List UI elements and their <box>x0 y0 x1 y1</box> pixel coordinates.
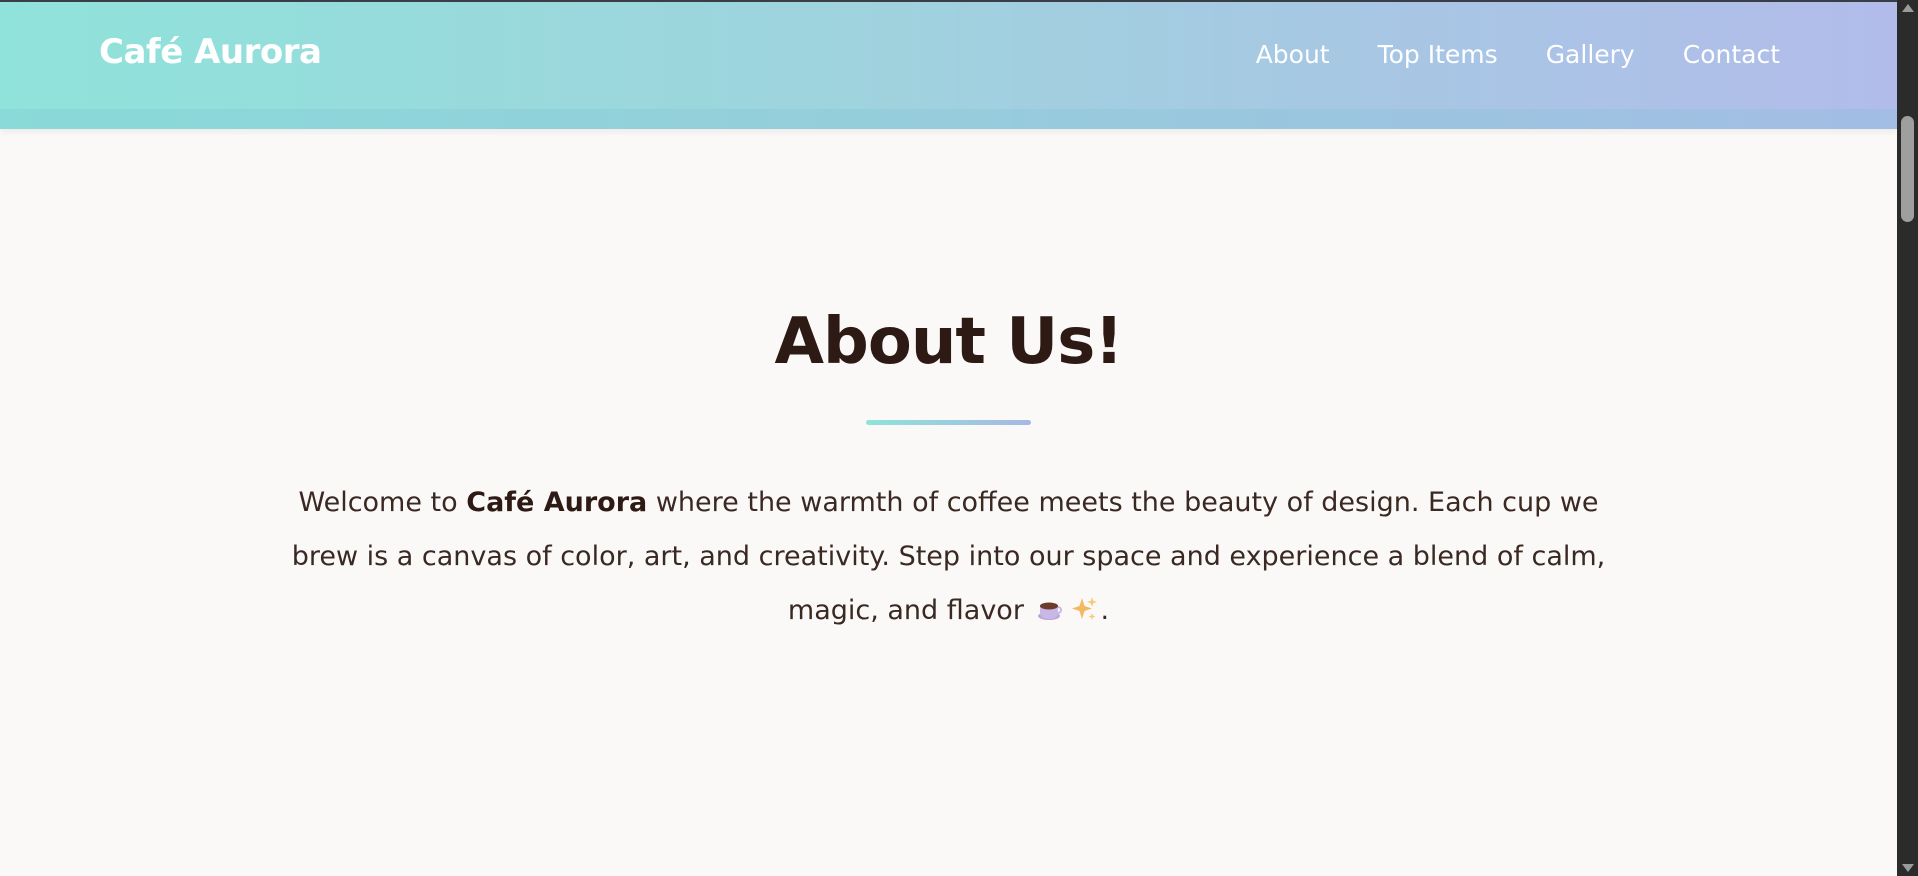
browser-viewport: Café Aurora About Top Items Gallery Cont… <box>0 0 1918 876</box>
brand-logo[interactable]: Café Aurora <box>99 32 322 72</box>
nav-link-gallery[interactable]: Gallery <box>1546 40 1635 69</box>
nav-links: About Top Items Gallery Contact <box>1256 40 1780 69</box>
title-divider <box>866 420 1031 425</box>
nav-link-about[interactable]: About <box>1256 40 1330 69</box>
sparkles-icon <box>1071 597 1097 620</box>
vertical-scrollbar[interactable] <box>1897 0 1918 876</box>
about-text-end: . <box>1100 595 1110 626</box>
about-text-intro: Welcome to <box>298 487 467 518</box>
about-paragraph: Welcome to Café Aurora where the warmth … <box>290 476 1607 638</box>
navbar-bottom-strip <box>0 109 1897 129</box>
scroll-down-arrow-icon[interactable] <box>1902 864 1914 872</box>
about-title: About Us! <box>774 305 1124 379</box>
page: Café Aurora About Top Items Gallery Cont… <box>0 0 1897 876</box>
scroll-up-arrow-icon[interactable] <box>1902 4 1914 12</box>
about-brand-name: Café Aurora <box>466 487 648 518</box>
nav-link-contact[interactable]: Contact <box>1683 40 1780 69</box>
nav-link-top-items[interactable]: Top Items <box>1378 40 1498 69</box>
navbar: Café Aurora About Top Items Gallery Cont… <box>0 2 1897 129</box>
scrollbar-thumb[interactable] <box>1901 116 1914 222</box>
hot-beverage-icon <box>1037 602 1062 620</box>
